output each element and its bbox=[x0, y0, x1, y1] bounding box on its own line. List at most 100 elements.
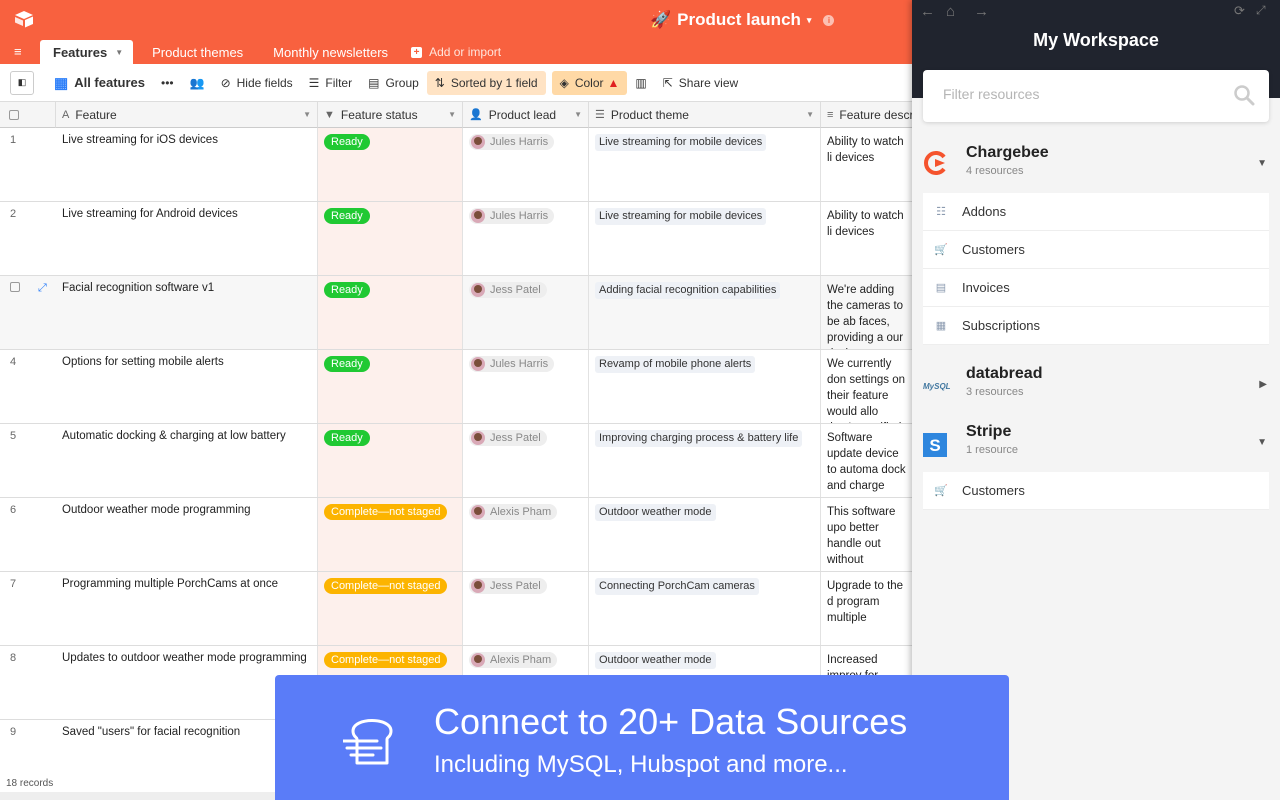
expand-record-icon[interactable]: ⤢ bbox=[36, 276, 56, 349]
chevron-down-icon[interactable]: ▼ bbox=[448, 110, 456, 119]
source-header[interactable]: Chargebee 4 resources ▼ bbox=[923, 140, 1269, 186]
linked-record-chip[interactable]: Live streaming for mobile devices bbox=[595, 134, 767, 151]
cell-feature-description[interactable]: Software update device to automa dock an… bbox=[821, 424, 912, 497]
table-row[interactable]: ⤢ Facial recognition software v1 Ready Jess… bbox=[0, 276, 912, 350]
select-all-checkbox[interactable] bbox=[9, 109, 19, 120]
chevron-right-icon[interactable]: ▶ bbox=[1259, 379, 1267, 390]
table-row[interactable]: 5 Automatic docking & charging at low bat… bbox=[0, 424, 912, 498]
cell-feature-description[interactable]: Ability to watch li devices bbox=[821, 128, 912, 201]
table-row[interactable]: 2 Live streaming for Android devices Ready… bbox=[0, 202, 912, 276]
cell-feature-status[interactable]: Ready bbox=[318, 424, 463, 497]
group-button[interactable]: ▤ Group bbox=[360, 71, 427, 95]
cell-product-theme[interactable]: Improving charging process & battery lif… bbox=[589, 424, 821, 497]
table-row[interactable]: 1 Live streaming for iOS devices Ready Jule… bbox=[0, 128, 912, 202]
linked-record-chip[interactable]: Outdoor weather mode bbox=[595, 504, 716, 521]
forward-arrow-icon[interactable]: → bbox=[974, 3, 989, 20]
cell-product-theme[interactable]: Connecting PorchCam cameras bbox=[589, 572, 821, 645]
refresh-icon[interactable]: ⟳ bbox=[1234, 3, 1245, 19]
resource-addons[interactable]: ☷ Addons bbox=[923, 193, 1269, 231]
column-header-product-theme[interactable]: ☰ Product theme ▼ bbox=[589, 102, 821, 128]
chevron-down-icon[interactable]: ▼ bbox=[1257, 158, 1267, 169]
linked-record-chip[interactable]: Outdoor weather mode bbox=[595, 652, 716, 669]
column-header-product-lead[interactable]: 👤 Product lead ▼ bbox=[463, 102, 589, 128]
menu-icon[interactable]: ≡ bbox=[14, 44, 22, 59]
sidebar-toggle-button[interactable]: ◧ bbox=[10, 70, 34, 95]
column-header-feature[interactable]: A Feature ▼ bbox=[56, 102, 318, 128]
expand-icon[interactable]: ⤢ bbox=[1256, 3, 1266, 18]
back-arrow-icon[interactable]: ← bbox=[920, 3, 935, 20]
chevron-down-icon[interactable]: ▼ bbox=[1257, 437, 1267, 448]
resource-customers[interactable]: 🛒 Customers bbox=[923, 472, 1269, 510]
cell-feature[interactable]: Live streaming for iOS devices bbox=[56, 128, 318, 201]
cell-feature[interactable]: Options for setting mobile alerts bbox=[56, 350, 318, 423]
chevron-down-icon[interactable]: ▼ bbox=[806, 110, 814, 119]
cell-product-theme[interactable]: Live streaming for mobile devices bbox=[589, 128, 821, 201]
filter-resources-input[interactable] bbox=[943, 86, 1213, 102]
resource-subscriptions[interactable]: ▦ Subscriptions bbox=[923, 307, 1269, 345]
cell-feature[interactable]: Programming multiple PorchCams at once bbox=[56, 572, 318, 645]
table-row[interactable]: 6 Outdoor weather mode programming Complet… bbox=[0, 498, 912, 572]
cell-product-lead[interactable]: Jules Harris bbox=[463, 350, 589, 423]
chevron-down-icon[interactable]: ▼ bbox=[303, 110, 311, 119]
chevron-down-icon[interactable]: ▼ bbox=[115, 48, 123, 57]
linked-record-chip[interactable]: Revamp of mobile phone alerts bbox=[595, 356, 756, 373]
share-view-button[interactable]: ⇱ Share view bbox=[655, 71, 746, 95]
row-checkbox[interactable] bbox=[0, 276, 36, 349]
cell-feature-description[interactable]: We currently don settings on their featu… bbox=[821, 350, 912, 423]
cell-product-lead[interactable]: Jess Patel bbox=[463, 276, 589, 349]
linked-record-chip[interactable]: Adding facial recognition capabilities bbox=[595, 282, 781, 299]
sort-button[interactable]: ⇅ Sorted by 1 field bbox=[426, 70, 546, 95]
source-header[interactable]: S Stripe 1 resource ▼ bbox=[923, 419, 1269, 465]
tab-monthly-newsletters[interactable]: Monthly newsletters bbox=[262, 40, 399, 64]
search-icon[interactable] bbox=[1233, 84, 1255, 106]
view-more-button[interactable]: ••• bbox=[153, 71, 182, 95]
linked-record-chip[interactable]: Improving charging process & battery lif… bbox=[595, 430, 803, 447]
cell-product-theme[interactable]: Outdoor weather mode bbox=[589, 498, 821, 571]
linked-record-chip[interactable]: Connecting PorchCam cameras bbox=[595, 578, 759, 595]
table-row[interactable]: 4 Options for setting mobile alerts Ready J… bbox=[0, 350, 912, 424]
hide-fields-button[interactable]: ⊘ Hide fields bbox=[213, 71, 301, 95]
cell-feature[interactable]: Automatic docking & charging at low batt… bbox=[56, 424, 318, 497]
cell-feature-status[interactable]: Ready bbox=[318, 202, 463, 275]
cell-product-theme[interactable]: Revamp of mobile phone alerts bbox=[589, 350, 821, 423]
cell-feature-description[interactable]: Upgrade to the d program multiple bbox=[821, 572, 912, 645]
resource-customers[interactable]: 🛒 Customers bbox=[923, 231, 1269, 269]
row-height-button[interactable]: ▥ bbox=[627, 71, 654, 95]
chevron-down-icon[interactable]: ▼ bbox=[574, 110, 582, 119]
base-title[interactable]: 🚀 Product launch ▾ i bbox=[650, 10, 835, 30]
cell-product-lead[interactable]: Alexis Pham bbox=[463, 498, 589, 571]
cell-feature-description[interactable]: We're adding the cameras to be ab faces,… bbox=[821, 276, 912, 349]
cell-feature-status[interactable]: Ready bbox=[318, 350, 463, 423]
cell-product-lead[interactable]: Jules Harris bbox=[463, 202, 589, 275]
cell-product-lead[interactable]: Jess Patel bbox=[463, 424, 589, 497]
cell-feature-description[interactable]: Ability to watch li devices bbox=[821, 202, 912, 275]
cell-feature-status[interactable]: Ready bbox=[318, 128, 463, 201]
view-switcher[interactable]: ▦ All features bbox=[46, 71, 153, 95]
cell-feature-status[interactable]: Complete—not staged bbox=[318, 572, 463, 645]
filter-button[interactable]: ☰ Filter bbox=[301, 71, 360, 95]
source-header[interactable]: MySQL databread 3 resources ▶ bbox=[923, 361, 1269, 407]
column-header-feature-description[interactable]: ≡ Feature descr bbox=[821, 102, 912, 128]
linked-record-chip[interactable]: Live streaming for mobile devices bbox=[595, 208, 767, 225]
collaborators-button[interactable]: 👥 bbox=[182, 71, 213, 95]
color-button[interactable]: ◈ Color ▲ bbox=[551, 70, 628, 95]
cell-feature[interactable]: Outdoor weather mode programming bbox=[56, 498, 318, 571]
cell-product-lead[interactable]: Jules Harris bbox=[463, 128, 589, 201]
cell-product-theme[interactable]: Live streaming for mobile devices bbox=[589, 202, 821, 275]
info-icon[interactable]: i bbox=[823, 14, 835, 26]
cell-product-lead[interactable]: Jess Patel bbox=[463, 572, 589, 645]
resource-invoices[interactable]: ▤ Invoices bbox=[923, 269, 1269, 307]
add-or-import-button[interactable]: + Add or import bbox=[407, 40, 512, 64]
table-row[interactable]: 7 Programming multiple PorchCams at once C… bbox=[0, 572, 912, 646]
column-header-feature-status[interactable]: ▼ Feature status ▼ bbox=[318, 102, 463, 128]
airtable-logo-icon[interactable] bbox=[14, 10, 34, 28]
cell-feature-status[interactable]: Complete—not staged bbox=[318, 498, 463, 571]
home-icon[interactable]: ⌂ bbox=[946, 3, 955, 20]
cell-feature[interactable]: Facial recognition software v1 bbox=[56, 276, 318, 349]
tab-features[interactable]: Features ▼ bbox=[40, 40, 134, 64]
tab-product-themes[interactable]: Product themes bbox=[141, 40, 254, 64]
cell-product-theme[interactable]: Adding facial recognition capabilities bbox=[589, 276, 821, 349]
cell-feature-status[interactable]: Ready bbox=[318, 276, 463, 349]
cell-feature-description[interactable]: This software upo better handle out with… bbox=[821, 498, 912, 571]
cell-feature[interactable]: Live streaming for Android devices bbox=[56, 202, 318, 275]
